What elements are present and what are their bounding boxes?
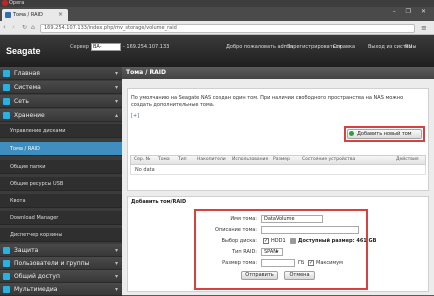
column-header[interactable]: Накопители [197, 155, 226, 165]
sidebar-item-security[interactable]: Защита ▾ [0, 244, 122, 257]
content-title-bar [122, 67, 434, 79]
column-header[interactable]: Тип [178, 155, 187, 165]
sidebar-item-label: Пользователи и группы [14, 260, 90, 267]
sidebar-item-system[interactable]: Система ▾ [0, 81, 122, 94]
volume-name-input[interactable]: DataVolume [261, 215, 323, 223]
add-volume-button[interactable]: Добавить новый том [347, 129, 422, 139]
tab-title[interactable]: Тома / RAID [13, 11, 43, 19]
chevron-down-icon: ▾ [114, 247, 118, 254]
raid-type-label: Тип RAID: [232, 249, 257, 255]
server-ip: - 169.254.107.133 [123, 44, 170, 50]
sidebar-item-home[interactable]: Главная ▾ [0, 67, 122, 80]
sidebar-item-multimedia[interactable]: Мультимедиа ▾ [0, 283, 122, 296]
volume-size-input[interactable] [261, 259, 295, 267]
maximum-checkbox[interactable]: ✓ [308, 260, 314, 266]
chevron-down-icon[interactable]: ▾ [276, 248, 279, 256]
forward-icon[interactable]: › [12, 23, 15, 32]
reload-icon[interactable]: ↻ [22, 23, 27, 32]
chevron-down-icon: ▾ [114, 98, 118, 105]
submit-button[interactable]: Отправить [241, 271, 278, 280]
server-select[interactable]: BA- [91, 43, 121, 51]
hdd1-checkbox[interactable]: ✓ [263, 238, 269, 244]
sidebar-item-label: Мультимедиа [14, 286, 58, 293]
page-title: Тома / RAID [126, 69, 167, 76]
help-link[interactable]: Справка [333, 43, 355, 51]
tab-favicon-icon [5, 12, 11, 18]
home-icon [3, 70, 10, 77]
chevron-down-icon: ▾ [114, 286, 118, 293]
share-icon [3, 273, 10, 280]
sidebar-item-sharing[interactable]: Общий доступ ▾ [0, 270, 122, 283]
browser-title-bar [0, 0, 434, 7]
column-header[interactable]: Использование [232, 155, 268, 165]
storage-icon [3, 112, 10, 119]
shield-icon [3, 247, 10, 254]
volume-description-input[interactable] [261, 226, 359, 234]
chevron-up-icon: ▴ [114, 112, 118, 119]
cancel-button[interactable]: Отмена [284, 271, 315, 280]
server-label: Сервер [70, 44, 89, 50]
sidebar-item-label: Хранение [14, 112, 45, 119]
sidebar-item-storage[interactable]: Хранение ▴ [0, 109, 122, 122]
hdd1-label: HDD1 [271, 238, 286, 244]
sidebar-item-users-groups[interactable]: Пользователи и группы ▾ [0, 257, 122, 270]
sidebar-subitem-volumes-raid[interactable]: Тома / RAID [0, 142, 122, 156]
column-header[interactable]: Состояние устройства [302, 155, 355, 165]
available-size: Доступный размер: 461 GB [298, 238, 377, 244]
app-name: Opera [9, 0, 25, 6]
size-unit: ГБ [298, 260, 305, 266]
volume-name-label: Имя тома: [230, 216, 257, 222]
network-icon [3, 98, 10, 105]
seagate-logo: Seagate [6, 46, 41, 56]
sidebar-subitem-disk-management[interactable]: Управление дисками [0, 124, 122, 138]
expand-toggle[interactable]: [+] [131, 113, 139, 119]
sidebar-subitem-quota[interactable]: Квота [0, 194, 122, 208]
opera-logo-icon[interactable] [2, 0, 8, 6]
sidebar-item-label: Система [14, 84, 41, 91]
chevron-down-icon: ▾ [114, 84, 118, 91]
volume-description-label: Описание тома: [215, 227, 257, 233]
info-text: По умолчанию на Seagate NAS создан один … [131, 95, 404, 108]
window-controls[interactable]: – ❐ ✕ [393, 8, 430, 15]
url-text[interactable]: 169.254.107.133/index.php/mv_storage/vol… [44, 24, 177, 33]
sidebar-subitem-shared-folders[interactable]: Общие папки [0, 160, 122, 174]
sidebar-subitem-usb-shares[interactable]: Общие ресурсы USB [0, 177, 122, 191]
chevron-down-icon: ▾ [114, 70, 118, 77]
sidebar-item-label: Защита [14, 247, 39, 254]
users-icon [3, 260, 10, 267]
raid-type-select[interactable]: SPAN [261, 248, 283, 256]
home-icon[interactable]: ⌂ [31, 23, 35, 32]
form-title: Добавить том/RAID [131, 199, 187, 205]
sidebar-subitem-download-manager[interactable]: Download Manager [0, 211, 122, 225]
browser-menu-icon[interactable]: ≡ [421, 24, 427, 33]
chevron-down-icon: ▾ [114, 273, 118, 280]
sidebar-subitem-recycle-bin[interactable]: Диспетчер корзины [0, 228, 122, 242]
column-header[interactable]: Сер. № [134, 155, 150, 165]
volume-size-label: Размер тома: [222, 260, 257, 266]
disk-select-label: Выбор диска: [221, 238, 257, 244]
column-header[interactable]: Тома [158, 155, 170, 165]
system-icon [3, 84, 10, 91]
table-row [130, 165, 426, 175]
sidebar-item-label: Сеть [14, 98, 29, 105]
nas-header [0, 35, 434, 67]
tab-close-icon[interactable]: × [58, 11, 63, 19]
welcome-text: Добро пожаловать admin [226, 44, 294, 50]
sidebar-item-label: Главная [14, 70, 40, 77]
column-header[interactable]: Размер [273, 155, 290, 165]
chevron-down-icon: ▾ [114, 260, 118, 267]
column-header[interactable]: Действия [396, 155, 419, 165]
maximum-label: Максимум [316, 260, 343, 266]
empty-table-text: No data [135, 167, 155, 173]
disk-icon [290, 238, 296, 244]
back-icon[interactable]: ‹ [3, 23, 6, 32]
multimedia-icon [3, 286, 10, 293]
language-select[interactable]: RU [405, 43, 412, 51]
sidebar-item-network[interactable]: Сеть ▾ [0, 95, 122, 108]
sidebar-item-label: Общий доступ [14, 273, 60, 280]
add-icon [349, 131, 354, 136]
